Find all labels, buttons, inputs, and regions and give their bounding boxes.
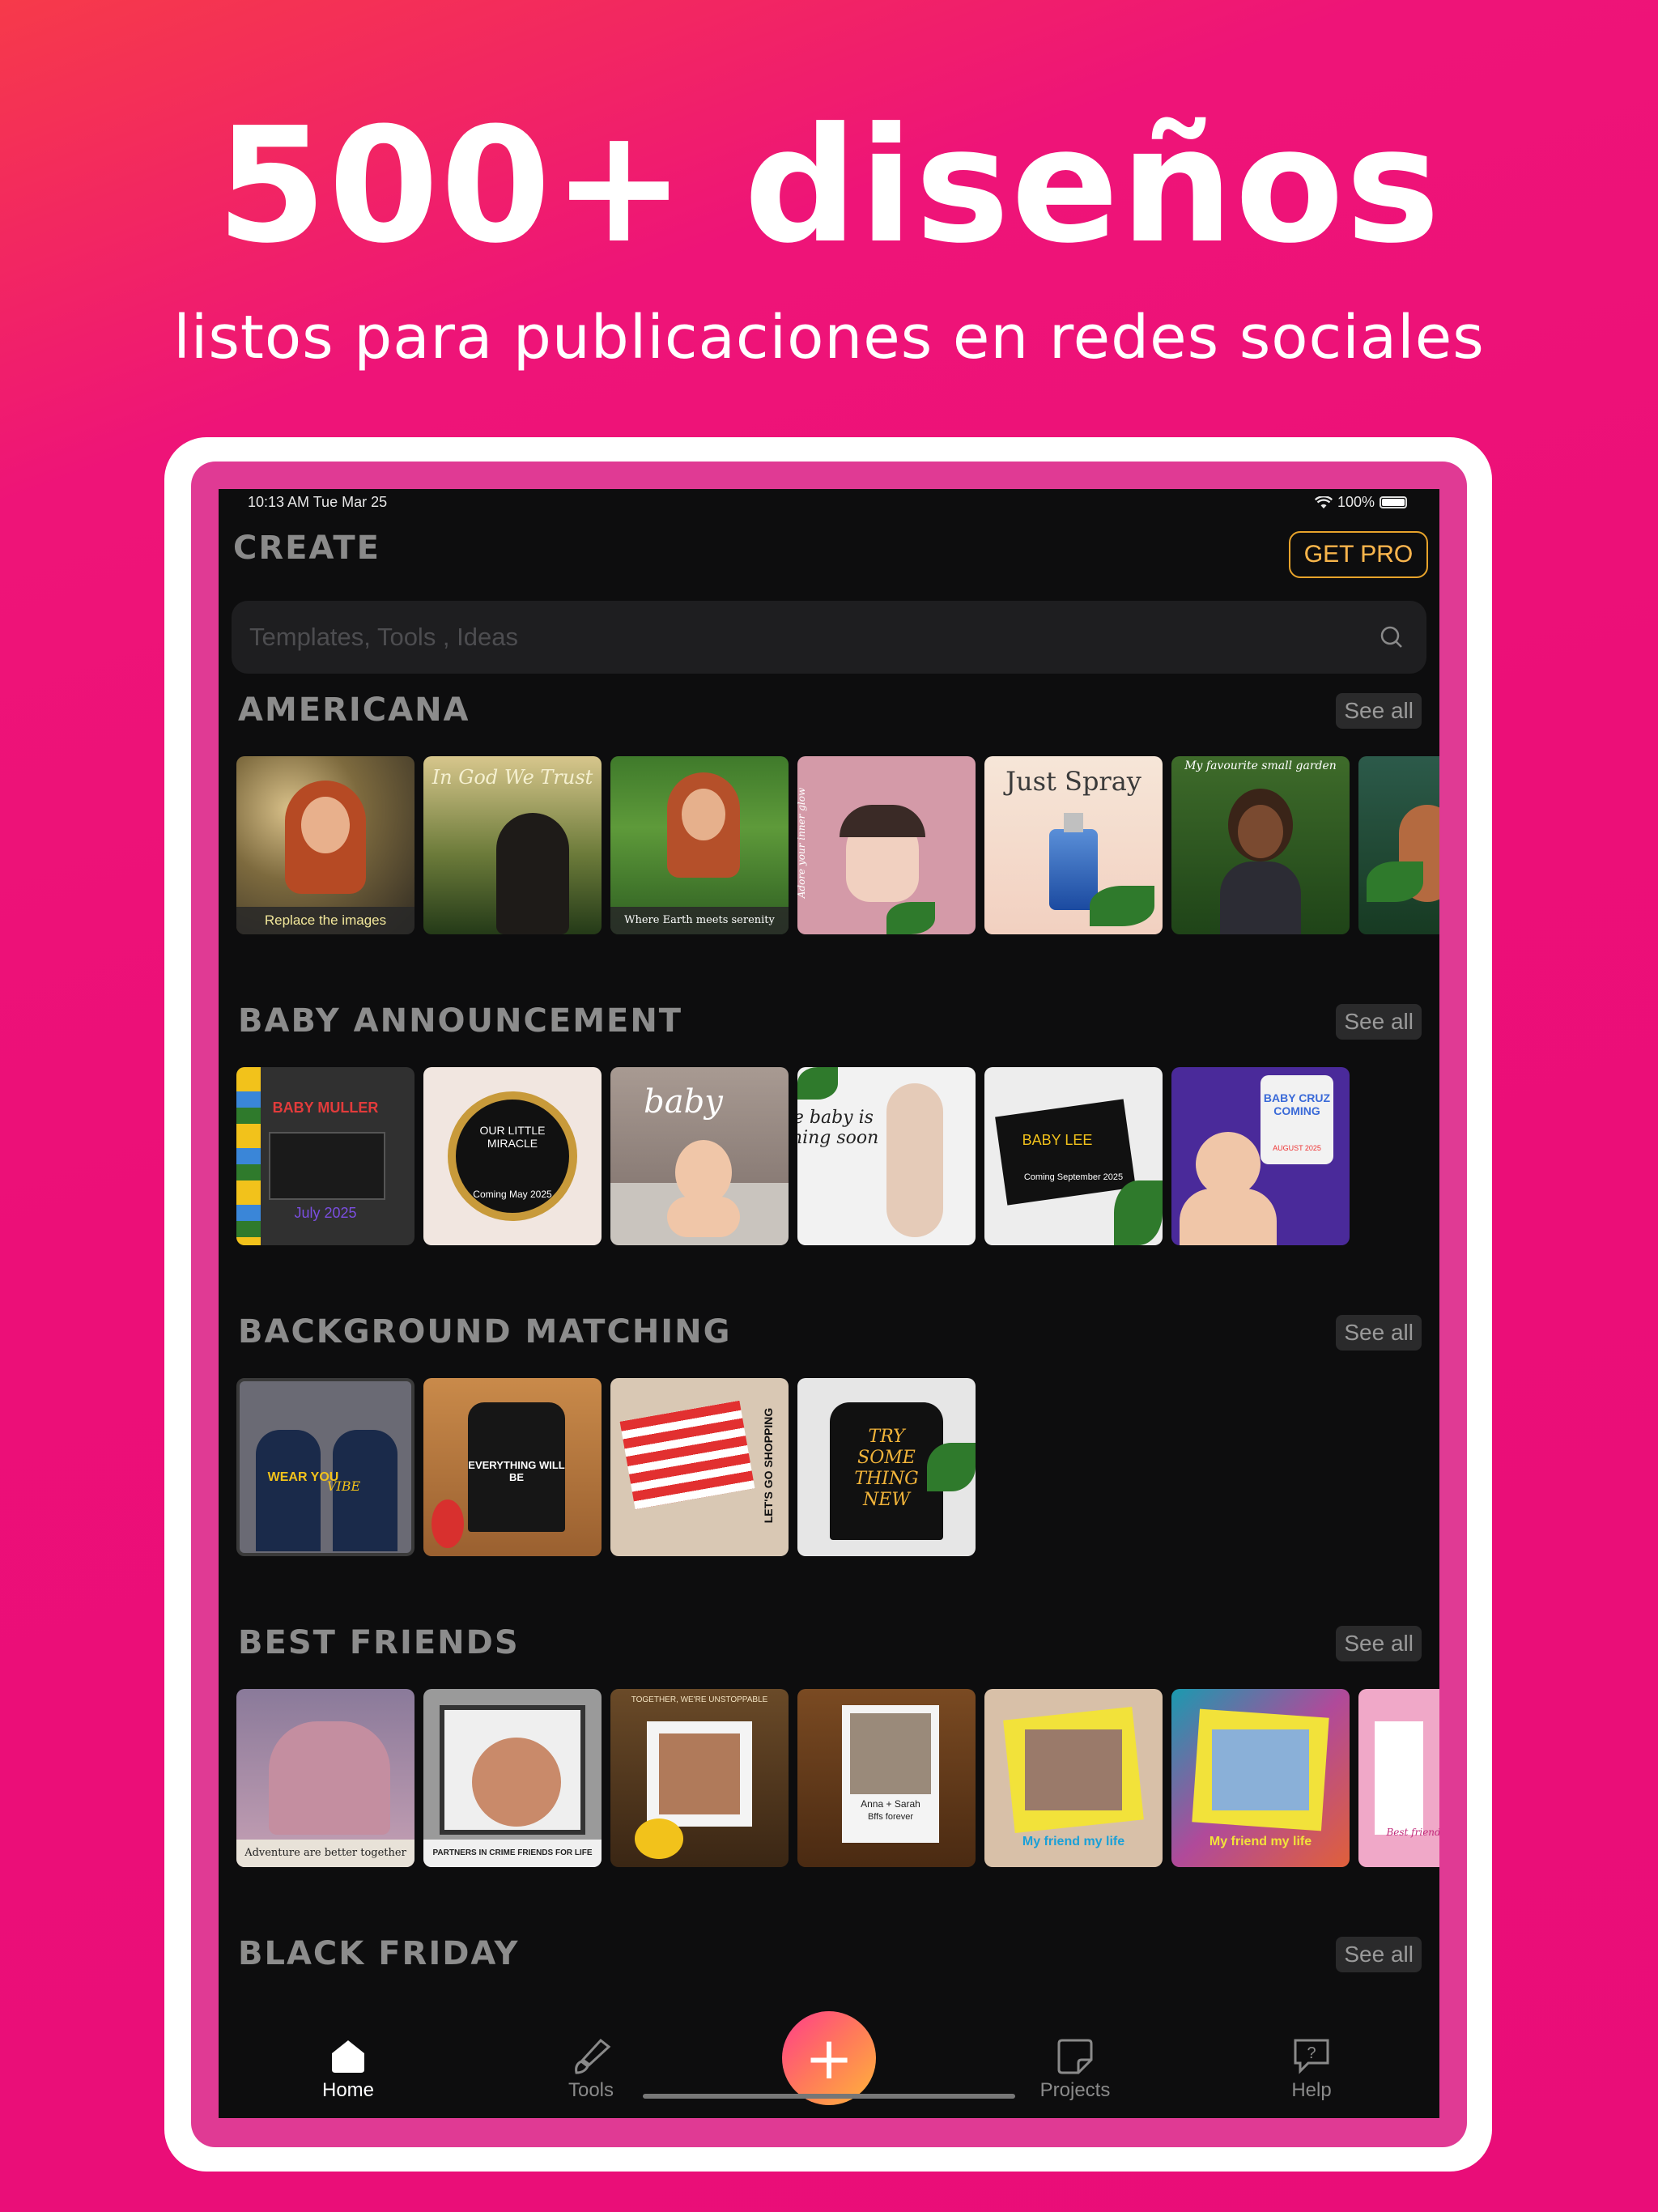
thumb-overlay-text: My friend my life	[1209, 1835, 1312, 1848]
thumb-overlay-text-2: Coming May 2025	[473, 1189, 552, 1200]
see-all-button[interactable]: See all	[1336, 1315, 1422, 1351]
thumb-overlay-text: BABY MULLER	[272, 1100, 379, 1116]
template-thumb[interactable]: BABY MULLER July 2025	[236, 1067, 414, 1245]
wifi-icon	[1314, 496, 1333, 508]
promo-subline: listos para publicaciones en redes socia…	[173, 303, 1485, 372]
thumb-overlay-text: BABY LEE	[1022, 1132, 1093, 1148]
thumb-overlay-text: LET'S GO SHOPPING	[762, 1407, 775, 1524]
template-thumb[interactable]: WEAR YOU VIBE	[236, 1378, 414, 1556]
template-row: WEAR YOU VIBE EVERYTHING WILL BE LET'S G…	[236, 1378, 976, 1556]
thumb-overlay-text-2: July 2025	[294, 1205, 357, 1221]
thumb-overlay-text: My friend my life	[1022, 1835, 1125, 1848]
home-icon	[332, 2040, 364, 2073]
template-thumb[interactable]: EVERYTHING WILL BE	[423, 1378, 602, 1556]
template-thumb[interactable]: TRY SOME THING NEW	[797, 1378, 976, 1556]
section-title: BEST FRIENDS	[238, 1624, 520, 1661]
template-thumb[interactable]: Replace the images	[236, 756, 414, 934]
template-thumb[interactable]: baby	[610, 1067, 789, 1245]
see-all-button[interactable]: See all	[1336, 1626, 1422, 1661]
tab-label: Home	[321, 2079, 375, 2101]
home-indicator	[643, 2094, 1015, 2099]
status-indicators: 100%	[1314, 494, 1407, 511]
template-thumb[interactable]: My friend my life	[984, 1689, 1163, 1867]
search-placeholder: Templates, Tools , Ideas	[249, 623, 518, 651]
promo-headline: 500+ diseños	[216, 94, 1442, 279]
status-bar: 10:13 AM Tue Mar 25 100%	[219, 489, 1439, 521]
page-title: CREATE	[233, 530, 380, 567]
template-row: Replace the images In God We Trust Where…	[236, 756, 1439, 934]
thumb-overlay-text-2: VIBE	[326, 1478, 361, 1494]
get-pro-label: GET PRO	[1303, 541, 1414, 568]
get-pro-button[interactable]: GET PRO	[1289, 531, 1428, 578]
thumb-overlay-text: TOGETHER, WE'RE UNSTOPPABLE	[631, 1695, 768, 1704]
thumb-caption: Replace the images	[236, 907, 414, 934]
thumb-overlay-text: Best friend is	[1386, 1827, 1439, 1838]
thumb-overlay-text: Just Spray	[1005, 766, 1141, 797]
template-row: BABY MULLER July 2025 OUR LITTLE MIRACLE…	[236, 1067, 1350, 1245]
see-all-button[interactable]: See all	[1336, 1937, 1422, 1972]
template-row: Adventure are better together PARTNERS I…	[236, 1689, 1439, 1867]
search-icon[interactable]	[1380, 625, 1404, 649]
svg-text:?: ?	[1307, 2044, 1316, 2062]
template-thumb[interactable]: BABY CRUZ COMING AUGUST 2025	[1171, 1067, 1350, 1245]
template-thumb[interactable]: LET'S GO SHOPPING	[610, 1378, 789, 1556]
template-thumb[interactable]: The baby is coming soon	[797, 1067, 976, 1245]
section-title: BABY ANNOUNCEMENT	[238, 1002, 683, 1040]
template-thumb[interactable]: Where Earth meets serenity	[610, 756, 789, 934]
section-title: BACKGROUND MATCHING	[238, 1313, 732, 1351]
template-thumb[interactable]: In God We Trust	[423, 756, 602, 934]
thumb-overlay-text-2: AUGUST 2025	[1273, 1144, 1321, 1152]
status-time: 10:13 AM Tue Mar 25	[248, 494, 388, 510]
document-icon	[1057, 2039, 1093, 2074]
thumb-overlay-text-2: Bffs forever	[867, 1812, 914, 1822]
template-thumb[interactable]: Adore your inner glow	[797, 756, 976, 934]
battery-percent: 100%	[1337, 494, 1375, 510]
thumb-caption: Where Earth meets serenity	[610, 907, 789, 934]
section-title: BLACK FRIDAY	[238, 1935, 520, 1972]
tab-tools[interactable]: Tools	[526, 2037, 656, 2102]
thumb-overlay-text: My favourite small garden	[1184, 759, 1337, 772]
template-thumb[interactable]: TOGETHER, WE'RE UNSTOPPABLE	[610, 1689, 789, 1867]
thumb-caption: Adventure are better together	[236, 1840, 414, 1867]
see-all-button[interactable]: See all	[1336, 1004, 1422, 1040]
thumb-overlay-text: Anna + Sarah	[861, 1798, 920, 1810]
brush-icon	[575, 2038, 611, 2074]
thumb-overlay-text: BABY CRUZ COMING	[1263, 1091, 1331, 1117]
app-screen: 10:13 AM Tue Mar 25 100% CREATE GET PRO …	[219, 489, 1439, 2118]
tab-home[interactable]: Home	[283, 2037, 413, 2102]
search-input[interactable]: Templates, Tools , Ideas	[232, 601, 1426, 674]
thumb-overlay-text: OUR LITTLE MIRACLE	[479, 1124, 546, 1150]
template-thumb[interactable]: Adventure are better together	[236, 1689, 414, 1867]
template-thumb[interactable]: Just Spray	[984, 756, 1163, 934]
template-thumb[interactable]	[1358, 756, 1439, 934]
thumb-overlay-text: TRY SOME THING NEW	[854, 1427, 919, 1510]
section-title: AMERICANA	[238, 691, 470, 729]
tab-label: Projects	[1039, 2079, 1111, 2101]
plus-icon: +	[804, 2024, 854, 2092]
tab-label: Help	[1291, 2079, 1332, 2101]
template-thumb[interactable]: Best friend is	[1358, 1689, 1439, 1867]
template-thumb[interactable]: My friend my life	[1171, 1689, 1350, 1867]
template-thumb[interactable]: My favourite small garden	[1171, 756, 1350, 934]
template-thumb[interactable]: BABY LEE Coming September 2025	[984, 1067, 1163, 1245]
tab-help[interactable]: ? Help	[1247, 2037, 1376, 2102]
template-thumb[interactable]: PARTNERS IN CRIME FRIENDS FOR LIFE	[423, 1689, 602, 1867]
tab-projects[interactable]: Projects	[1010, 2037, 1140, 2102]
thumb-overlay-text: Adore your inner glow	[797, 787, 807, 899]
thumb-overlay-text: In God We Trust	[432, 766, 593, 789]
battery-icon	[1380, 496, 1407, 508]
see-all-button[interactable]: See all	[1336, 693, 1422, 729]
help-chat-icon: ?	[1294, 2039, 1329, 2074]
thumb-overlay-text: baby	[644, 1083, 723, 1121]
create-fab-button[interactable]: +	[782, 2011, 876, 2105]
thumb-caption: PARTNERS IN CRIME FRIENDS FOR LIFE	[423, 1840, 602, 1867]
thumb-overlay-text: EVERYTHING WILL BE	[468, 1459, 565, 1483]
template-thumb[interactable]: OUR LITTLE MIRACLE Coming May 2025	[423, 1067, 602, 1245]
template-thumb[interactable]: Anna + Sarah Bffs forever	[797, 1689, 976, 1867]
thumb-overlay-text: The baby is coming soon	[797, 1108, 879, 1148]
tab-label: Tools	[568, 2079, 614, 2101]
